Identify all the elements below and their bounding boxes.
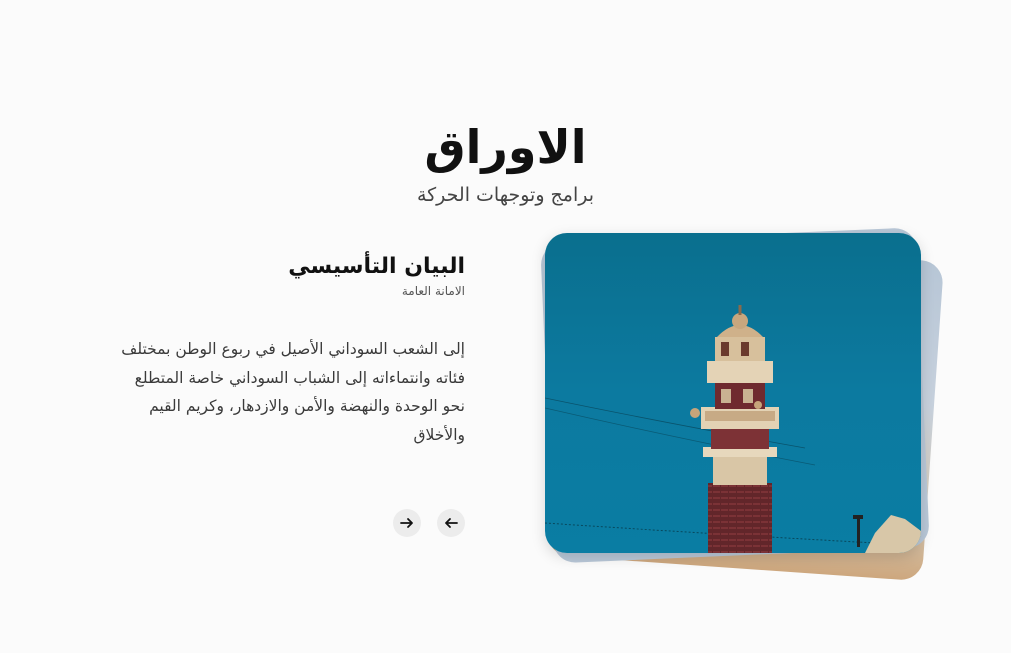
image-card-stack[interactable] — [540, 227, 945, 582]
card-body: إلى الشعب السوداني الأصيل في ربوع الوطن … — [121, 340, 465, 444]
arrow-left-icon — [445, 518, 458, 528]
card-author: الامانة العامة — [401, 284, 465, 298]
minaret-image — [545, 233, 921, 553]
page-title: الاوراق — [424, 120, 587, 174]
previous-button[interactable] — [437, 509, 465, 537]
next-button[interactable] — [393, 509, 421, 537]
page-subtitle: برامج وتوجهات الحركة — [416, 184, 595, 206]
page: الاوراق برامج وتوجهات الحركة البيان التأ… — [0, 0, 1011, 653]
arrow-right-icon — [400, 518, 413, 528]
card-content: البيان التأسيسي الامانة العامة إلى الشعب… — [118, 252, 465, 449]
section-header: الاوراق برامج وتوجهات الحركة — [0, 118, 1011, 208]
card-title: البيان التأسيسي — [288, 254, 465, 279]
